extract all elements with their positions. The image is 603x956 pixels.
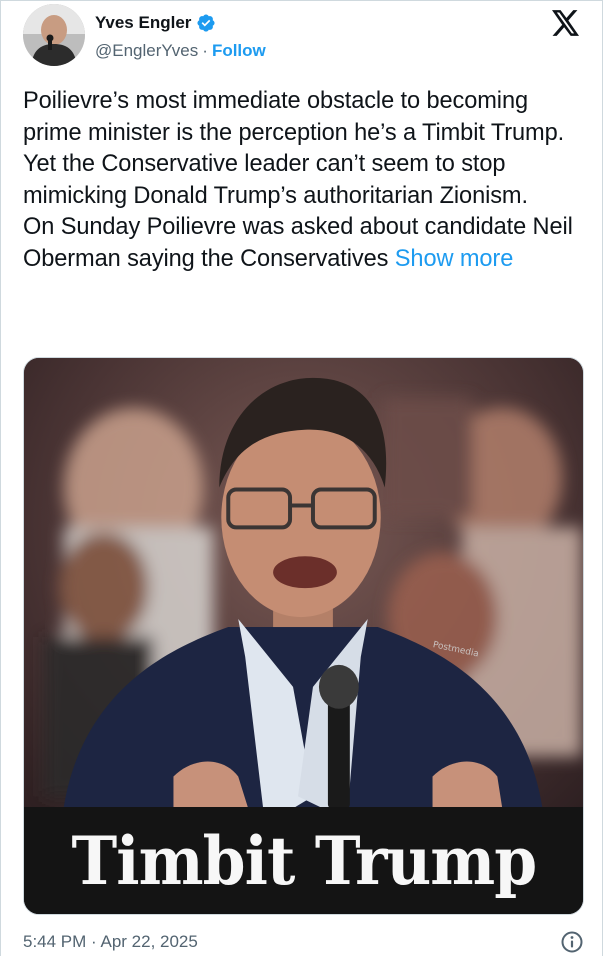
info-icon[interactable] (560, 930, 584, 954)
avatar-photo (23, 4, 85, 66)
follow-button[interactable]: Follow (212, 41, 266, 61)
image-caption: Timbit Trump (71, 821, 537, 900)
x-logo-icon[interactable] (552, 10, 580, 36)
separator-dot: · (202, 41, 208, 60)
tweet-header: Yves Engler @EnglerYves · Follow (23, 4, 584, 68)
tweet-paragraph-2: On Sunday Poilievre was asked about cand… (23, 212, 588, 275)
author-name[interactable]: Yves Engler (95, 13, 191, 33)
author-handle[interactable]: @EnglerYves (95, 41, 198, 61)
avatar[interactable] (23, 4, 85, 66)
timestamp[interactable]: 5:44 PM · Apr 22, 2025 (23, 932, 198, 952)
tweet-paragraph-1: Poilievre’s most immediate obstacle to b… (23, 88, 565, 209)
show-more-link[interactable]: Show more (395, 246, 514, 272)
tweet-footer: 5:44 PM · Apr 22, 2025 (23, 929, 584, 955)
tweet-text: Poilievre’s most immediate obstacle to b… (23, 86, 588, 276)
verified-badge-icon (197, 14, 215, 32)
tweet-media-image[interactable]: Postmedia Timbit Trump (23, 357, 584, 915)
caption-band: Timbit Trump (24, 807, 583, 914)
tweet-card: Yves Engler @EnglerYves · Follow Poiliev… (0, 0, 603, 956)
author-info: Yves Engler @EnglerYves · Follow (95, 12, 266, 61)
